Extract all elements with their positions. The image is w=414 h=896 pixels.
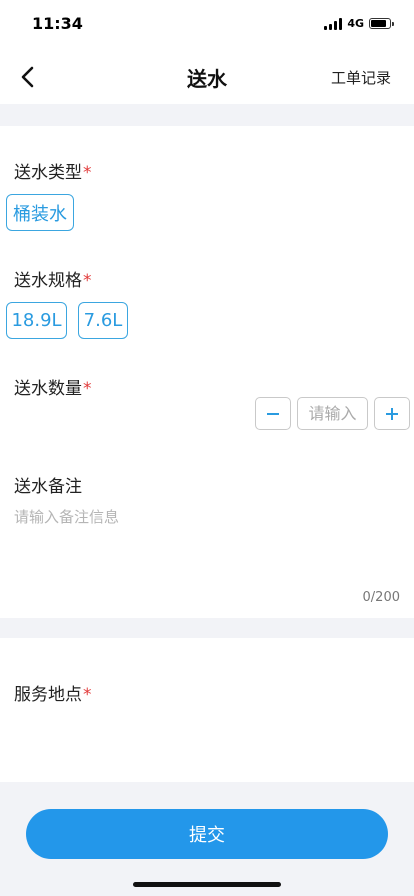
service-location-section[interactable]: 服务地点* [0,638,414,782]
water-form: 送水类型* 桶装水 送水规格* 18.9L 7.6L 送水数量* 送水备注 0/… [0,126,414,618]
network-type: 4G [347,17,364,30]
nav-bar: 送水 工单记录 [0,50,414,104]
submit-button[interactable]: 提交 [26,809,388,859]
water-type-label: 送水类型* [14,158,92,183]
status-indicators: 4G [324,17,394,30]
required-mark: * [83,685,92,705]
water-type-label-text: 送水类型 [14,163,82,183]
minus-icon [267,412,279,415]
quantity-decrement-button[interactable] [255,397,291,430]
quantity-label-text: 送水数量 [14,379,82,399]
water-spec-label-text: 送水规格 [14,271,82,291]
required-mark: * [83,379,92,399]
remark-textarea[interactable] [14,506,400,586]
required-mark: * [83,271,92,291]
water-type-option-barreled[interactable]: 桶装水 [6,194,74,231]
service-location-label: 服务地点* [14,680,92,705]
required-mark: * [83,163,92,183]
quantity-input[interactable] [297,397,368,430]
battery-cap [392,21,394,26]
water-spec-label: 送水规格* [14,266,92,291]
quantity-increment-button[interactable] [374,397,410,430]
service-location-label-text: 服务地点 [14,685,82,705]
remark-label: 送水备注 [14,477,82,497]
status-bar: 11:34 4G [0,0,414,50]
work-order-records-link[interactable]: 工单记录 [331,67,391,88]
quantity-label: 送水数量* [14,374,92,399]
remark-char-counter: 0/200 [362,590,400,605]
water-spec-option-7-6l[interactable]: 7.6L [78,302,128,339]
signal-icon [324,17,343,30]
battery-icon [369,18,391,29]
status-time: 11:34 [32,14,83,33]
plus-icon [386,407,398,420]
home-indicator [133,882,281,887]
water-spec-option-18-9l[interactable]: 18.9L [6,302,67,339]
